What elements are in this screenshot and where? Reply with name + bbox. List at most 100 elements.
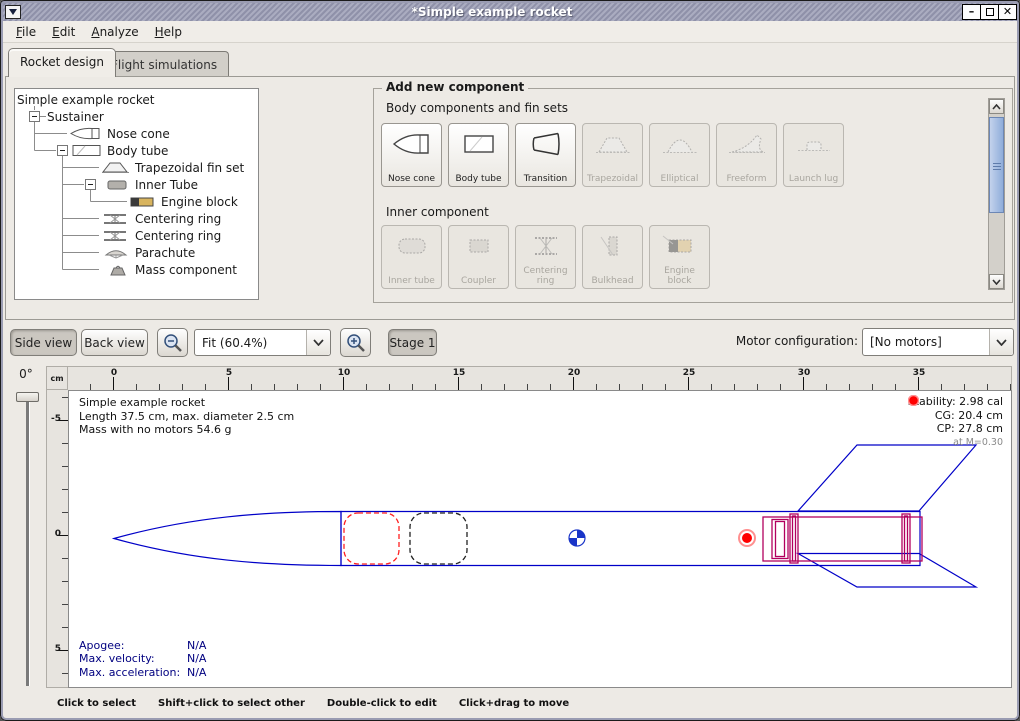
bulkhead-icon	[592, 232, 634, 260]
minimize-button[interactable]: –	[962, 4, 981, 20]
expander-body-tube[interactable]	[57, 145, 68, 156]
add-inner-tube-button[interactable]: Inner tube	[381, 225, 442, 289]
add-coupler-button[interactable]: Coupler	[448, 225, 509, 289]
tree-item-trapezoidal-fin-set[interactable]: Trapezoidal fin set	[135, 160, 244, 176]
add-nose-cone-button[interactable]: Nose cone	[381, 123, 442, 187]
mass-component-icon	[105, 263, 131, 277]
inner-tube-icon	[391, 232, 433, 260]
centering-ring-icon	[101, 212, 131, 226]
rocket-figure-canvas[interactable]: Simple example rocket Length 37.5 cm, ma…	[68, 390, 1012, 688]
chevron-up-icon	[992, 104, 1001, 110]
horizontal-ruler: 0 5 10 15 20 25 30 35	[68, 366, 1012, 390]
cg-marker	[569, 530, 585, 546]
freeform-fin-icon	[726, 130, 768, 158]
rocket-outline	[114, 445, 976, 587]
bottom-fin	[798, 554, 976, 588]
magnifier-plus-icon	[345, 332, 367, 354]
add-body-tube-button[interactable]: Body tube	[448, 123, 509, 187]
nose-cone-icon	[69, 126, 103, 141]
chevron-down-icon	[992, 279, 1001, 285]
tree-item-parachute[interactable]: Parachute	[135, 245, 195, 261]
tree-item-mass-component[interactable]: Mass component	[135, 262, 237, 278]
menu-edit[interactable]: Edit	[44, 23, 83, 41]
cg-value: CG: 20.4 cm	[935, 409, 1003, 423]
tree-item-inner-tube[interactable]: Inner Tube	[135, 177, 198, 193]
add-elliptical-button[interactable]: Elliptical	[649, 123, 710, 187]
add-trapezoidal-button[interactable]: Trapezoidal	[582, 123, 643, 187]
component-tree[interactable]: Simple example rocket Sustainer Nose con…	[14, 88, 259, 300]
title-bar[interactable]: *Simple example rocket – ✕	[2, 2, 1018, 21]
elliptical-fin-icon	[659, 130, 701, 158]
centering-ring-icon	[525, 232, 567, 260]
top-fin	[798, 445, 976, 511]
tree-item-rocket[interactable]: Simple example rocket	[17, 92, 154, 108]
motor-configuration-label: Motor configuration:	[730, 334, 858, 348]
add-component-group: Add new component Body components and fi…	[373, 88, 1013, 303]
add-engine-block-button[interactable]: Engine block	[649, 225, 710, 289]
coupler-icon	[458, 232, 500, 260]
expander-sustainer[interactable]	[29, 111, 40, 122]
rotation-slider-track[interactable]	[26, 396, 29, 686]
menu-analyze[interactable]: Analyze	[83, 23, 146, 41]
body-tube-icon	[458, 130, 500, 158]
menu-bar: File Edit Analyze Help	[2, 21, 1018, 43]
mass-component-outline	[410, 513, 467, 564]
transition-icon	[525, 130, 567, 158]
parachute-outline	[344, 513, 399, 564]
rotation-angle-label: 0°	[10, 367, 42, 381]
chevron-down-icon	[996, 339, 1007, 346]
cp-value: CP: 27.8 cm	[937, 422, 1003, 436]
window-title: *Simple example rocket	[21, 5, 963, 19]
add-freeform-button[interactable]: Freeform	[716, 123, 777, 187]
add-centering-ring-button[interactable]: Centering ring	[515, 225, 576, 289]
trapezoidal-fin-icon	[592, 130, 634, 158]
engine-block-icon	[129, 195, 157, 209]
scrollbar-thumb[interactable]	[989, 117, 1004, 213]
ruler-unit-label: cm	[46, 366, 68, 390]
zoom-out-button[interactable]	[157, 328, 188, 357]
tree-item-engine-block[interactable]: Engine block	[161, 194, 238, 210]
scroll-down-button[interactable]	[989, 274, 1004, 289]
system-menu-icon[interactable]	[5, 5, 21, 19]
hint-bar: Click to select Shift+click to select ot…	[46, 692, 1012, 714]
add-bulkhead-button[interactable]: Bulkhead	[582, 225, 643, 289]
expander-inner-tube[interactable]	[85, 179, 96, 190]
magnifier-minus-icon	[162, 332, 184, 354]
zoom-select[interactable]: Fit (60.4%)	[194, 329, 331, 356]
mach-note: at M=0.30	[908, 436, 1003, 450]
side-view-button[interactable]: Side view	[10, 329, 77, 356]
component-panel-scrollbar[interactable]	[988, 98, 1005, 290]
stability-value: Stability: 2.98 cal	[908, 395, 1003, 409]
nose-cone-icon	[391, 130, 433, 158]
tree-item-centering-ring-1[interactable]: Centering ring	[135, 211, 221, 227]
close-button[interactable]: ✕	[998, 4, 1017, 20]
engine-block-icon	[659, 232, 701, 260]
add-launch-lug-button[interactable]: Launch lug	[783, 123, 844, 187]
inner-tube-assembly	[763, 514, 922, 563]
maximize-button[interactable]	[980, 4, 999, 20]
zoom-in-button[interactable]	[340, 328, 371, 357]
motor-configuration-select[interactable]: [No motors]	[862, 328, 1014, 356]
body-section-label: Body components and fin sets	[386, 101, 568, 115]
scroll-up-button[interactable]	[989, 99, 1004, 114]
tab-rocket-design[interactable]: Rocket design	[8, 48, 116, 77]
tree-item-body-tube[interactable]: Body tube	[107, 143, 168, 159]
add-transition-button[interactable]: Transition	[515, 123, 576, 187]
tree-item-sustainer[interactable]: Sustainer	[47, 109, 104, 125]
tab-flight-simulations[interactable]: Flight simulations	[99, 51, 229, 77]
tree-item-nose-cone[interactable]: Nose cone	[107, 126, 170, 142]
stability-info: Stability: 2.98 cal CG: 20.4 cm CP: 27.8…	[908, 395, 1003, 449]
chevron-down-icon	[313, 339, 324, 346]
add-component-title: Add new component	[382, 80, 528, 94]
maximize-icon	[986, 8, 994, 16]
back-view-button[interactable]: Back view	[81, 329, 148, 356]
stage-1-toggle[interactable]: Stage 1	[388, 329, 437, 356]
app-window: *Simple example rocket – ✕ File Edit Ana…	[0, 0, 1020, 721]
tree-item-centering-ring-2[interactable]: Centering ring	[135, 228, 221, 244]
rocket-info-text: Simple example rocket Length 37.5 cm, ma…	[79, 396, 294, 437]
menu-file[interactable]: File	[8, 23, 44, 41]
inner-tube-icon	[105, 178, 131, 192]
trapezoidal-fin-icon	[101, 160, 131, 175]
menu-help[interactable]: Help	[147, 23, 190, 41]
rotation-slider-thumb[interactable]	[16, 392, 39, 402]
